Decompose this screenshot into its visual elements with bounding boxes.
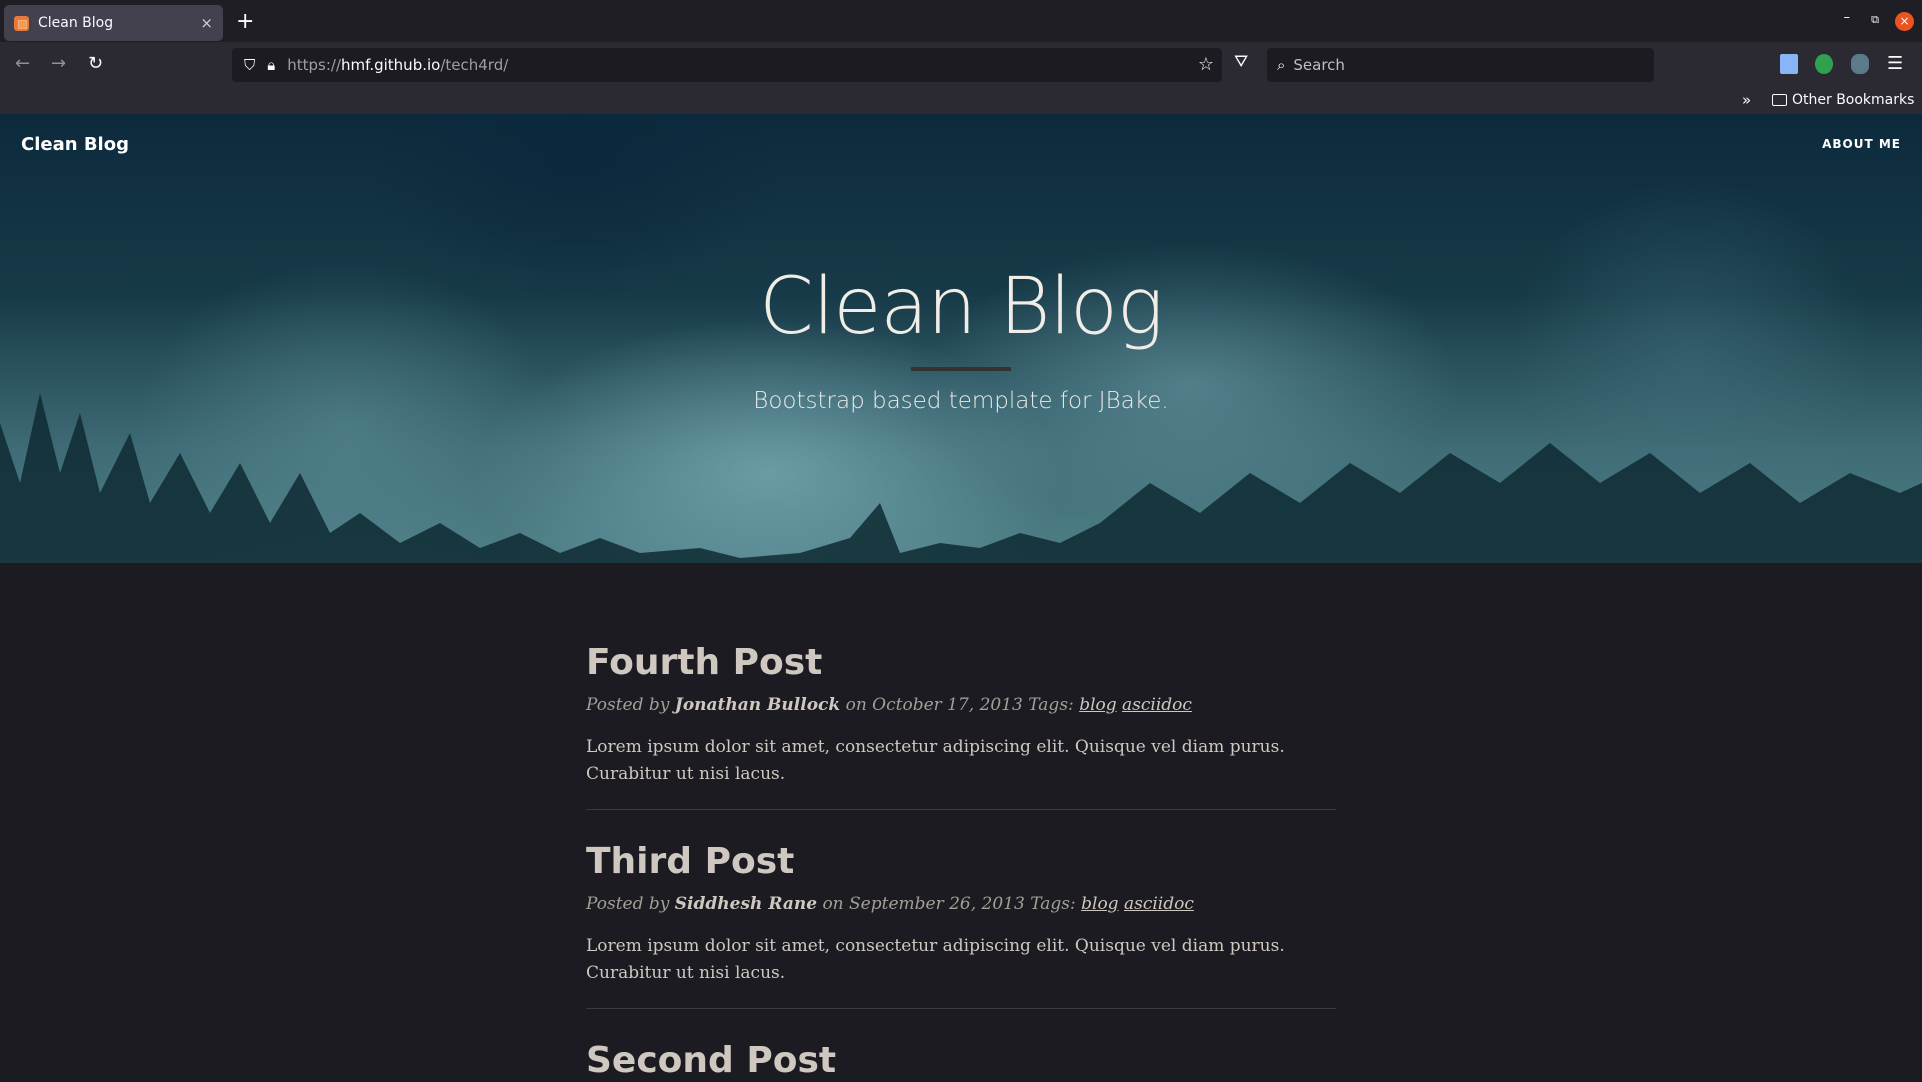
nav-toolbar: ← → ↻ ⛉ 🔒︎ https://hmf.github.io/tech4rd… [0, 42, 1922, 88]
goggles-extension-icon[interactable] [1851, 54, 1869, 74]
tag-link[interactable]: blog [1081, 894, 1118, 914]
favicon-icon [14, 15, 29, 31]
pocket-icon[interactable]: ⛛ [1234, 52, 1248, 72]
restore-button[interactable]: ⧉ [1871, 13, 1879, 27]
post-preview: Fourth Post Posted by Jonathan Bullock o… [586, 563, 1336, 810]
tab-clean-blog[interactable]: Clean Blog × [4, 5, 223, 41]
tag-link[interactable]: asciidoc [1122, 695, 1192, 715]
post-title-link[interactable]: Third Post [586, 842, 1336, 882]
back-button[interactable]: ← [15, 53, 30, 74]
new-tab-button[interactable]: + [236, 9, 254, 35]
post-date: September 26, 2013 [849, 894, 1025, 914]
post-meta: Posted by Siddhesh Rane on September 26,… [586, 894, 1194, 914]
bookmarks-overflow-icon[interactable]: » [1742, 91, 1751, 109]
post-author: Jonathan Bullock [674, 695, 841, 715]
hero-header: Clean Blog ABOUT ME Clean Blog Bootstrap… [0, 114, 1922, 563]
post-list: Fourth Post Posted by Jonathan Bullock o… [586, 563, 1336, 1081]
lock-icon[interactable]: 🔒︎ [267, 56, 275, 74]
search-input[interactable]: ⌕ Search [1267, 48, 1654, 82]
nav-about-me[interactable]: ABOUT ME [1822, 137, 1901, 151]
post-preview: Second Post [586, 1009, 1336, 1081]
browser-chrome: Clean Blog × + – ⧉ × ← → ↻ ⛉ 🔒︎ https://… [0, 0, 1922, 114]
post-excerpt: Lorem ipsum dolor sit amet, consectetur … [586, 737, 1285, 784]
bookmarks-bar: » Other Bookmarks [0, 88, 1922, 114]
tag-link[interactable]: asciidoc [1124, 894, 1194, 914]
document-extension-icon[interactable] [1780, 54, 1798, 74]
hero-divider [911, 367, 1011, 371]
menu-icon[interactable]: ☰ [1887, 53, 1903, 74]
minimize-button[interactable]: – [1844, 10, 1851, 25]
tag-link[interactable]: blog [1079, 695, 1116, 715]
post-meta: Posted by Jonathan Bullock on October 17… [586, 695, 1192, 715]
hero-title: Clean Blog [759, 262, 1163, 352]
reload-button[interactable]: ↻ [88, 53, 103, 74]
site-brand-link[interactable]: Clean Blog [21, 134, 129, 155]
post-date: October 17, 2013 [872, 695, 1023, 715]
hero-subtitle: Bootstrap based template for JBake. [753, 388, 1169, 414]
post-title-link[interactable]: Fourth Post [586, 643, 1336, 683]
search-icon: ⌕ [1277, 56, 1286, 74]
tab-title: Clean Blog [38, 15, 114, 31]
close-window-button[interactable]: × [1895, 12, 1914, 31]
search-placeholder: Search [1293, 56, 1345, 74]
b-plus-extension-icon[interactable] [1815, 54, 1833, 74]
url-bar[interactable]: ⛉ 🔒︎ https://hmf.github.io/tech4rd/ ☆ [232, 48, 1222, 82]
post-excerpt: Lorem ipsum dolor sit amet, consectetur … [586, 936, 1285, 983]
url-text[interactable]: https://hmf.github.io/tech4rd/ [287, 56, 508, 74]
other-bookmarks[interactable]: Other Bookmarks [1772, 92, 1914, 108]
folder-icon [1772, 94, 1787, 106]
shield-icon[interactable]: ⛉ [244, 56, 255, 74]
tab-bar: Clean Blog × + – ⧉ × [0, 0, 1922, 42]
post-author: Siddhesh Rane [674, 894, 818, 914]
forward-button[interactable]: → [51, 53, 66, 74]
bookmark-star-icon[interactable]: ☆ [1198, 54, 1214, 75]
post-title-link[interactable]: Second Post [586, 1041, 1336, 1081]
tab-close-icon[interactable]: × [200, 14, 213, 32]
post-preview: Third Post Posted by Siddhesh Rane on Se… [586, 810, 1336, 1009]
